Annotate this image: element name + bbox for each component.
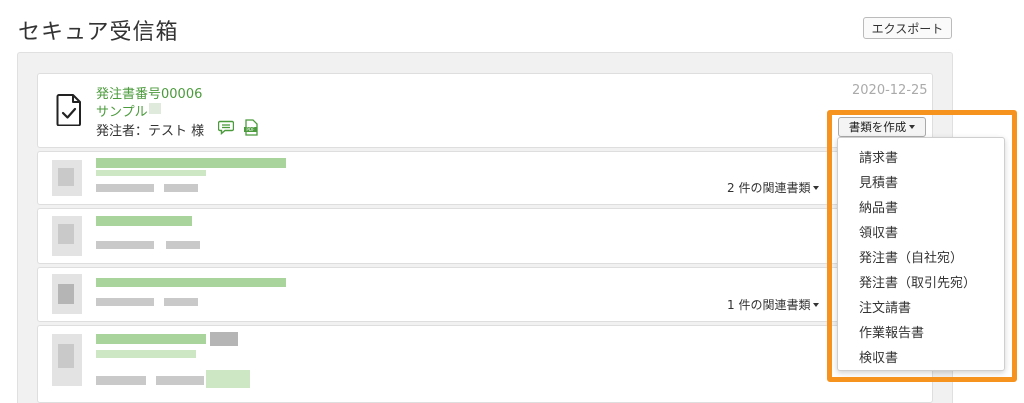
redacted-title xyxy=(96,334,206,344)
menu-item-delivery-note[interactable]: 納品書 xyxy=(859,197,898,216)
create-document-label: 書類を作成 xyxy=(848,120,907,134)
chat-icon[interactable] xyxy=(218,120,234,135)
redacted-sender xyxy=(156,376,204,385)
menu-item-purchase-order-partner[interactable]: 発注書（取引先宛） xyxy=(859,272,976,291)
page-title: セキュア受信箱 xyxy=(18,20,179,45)
menu-item-quotation[interactable]: 見積書 xyxy=(859,172,898,191)
redacted-sender xyxy=(166,241,200,249)
menu-item-receipt[interactable]: 領収書 xyxy=(859,222,898,241)
menu-item-work-report[interactable]: 作業報告書 xyxy=(859,322,924,341)
document-check-icon xyxy=(56,94,81,126)
create-document-menu: 請求書 見積書 納品書 領収書 発注書（自社宛） 発注書（取引先宛） 注文請書 … xyxy=(837,137,1005,371)
redacted-icon xyxy=(58,224,74,244)
pdf-icon[interactable]: PDF xyxy=(243,119,259,136)
redacted-sender xyxy=(164,184,198,192)
redacted-icon xyxy=(58,284,74,304)
redacted-icon xyxy=(58,344,74,368)
caret-down-icon xyxy=(909,125,916,129)
redacted-title xyxy=(210,332,238,346)
redacted-icon xyxy=(58,168,74,186)
related-documents-toggle[interactable]: 1 件の関連書類 xyxy=(727,296,820,313)
document-title-link[interactable]: 発注書番号00006 xyxy=(96,83,202,102)
related-documents-toggle[interactable]: 2 件の関連書類 xyxy=(727,179,820,196)
document-sender: 発注者：テスト 様 xyxy=(96,124,205,139)
caret-down-icon xyxy=(813,185,820,190)
redacted-sender xyxy=(96,241,154,249)
menu-item-purchase-order-own[interactable]: 発注書（自社宛） xyxy=(859,247,963,266)
export-button[interactable]: エクスポート xyxy=(863,17,952,39)
menu-item-invoice[interactable]: 請求書 xyxy=(859,147,898,166)
svg-text:PDF: PDF xyxy=(246,127,255,132)
document-sample-link[interactable]: サンプル xyxy=(96,101,148,120)
redacted-title xyxy=(96,216,192,226)
caret-down-icon xyxy=(813,302,820,307)
redacted-title xyxy=(96,278,286,287)
document-date: 2020-12-25 xyxy=(852,83,928,98)
document-card[interactable] xyxy=(37,267,933,322)
related-documents-label: 1 件の関連書類 xyxy=(727,298,811,312)
redacted-sender xyxy=(96,184,154,192)
create-document-button[interactable]: 書類を作成 xyxy=(838,117,926,137)
menu-item-inspection-certificate[interactable]: 検収書 xyxy=(859,347,898,366)
menu-item-order-acceptance[interactable]: 注文請書 xyxy=(859,297,911,316)
redacted-text xyxy=(149,103,161,114)
redacted-sender xyxy=(96,376,146,385)
redacted-title xyxy=(96,158,286,168)
redacted-sender xyxy=(164,298,198,306)
redacted-sender xyxy=(96,298,154,306)
redacted-title xyxy=(96,170,206,176)
redacted-sender xyxy=(206,370,250,388)
redacted-title xyxy=(96,350,196,358)
related-documents-label: 2 件の関連書類 xyxy=(727,181,811,195)
